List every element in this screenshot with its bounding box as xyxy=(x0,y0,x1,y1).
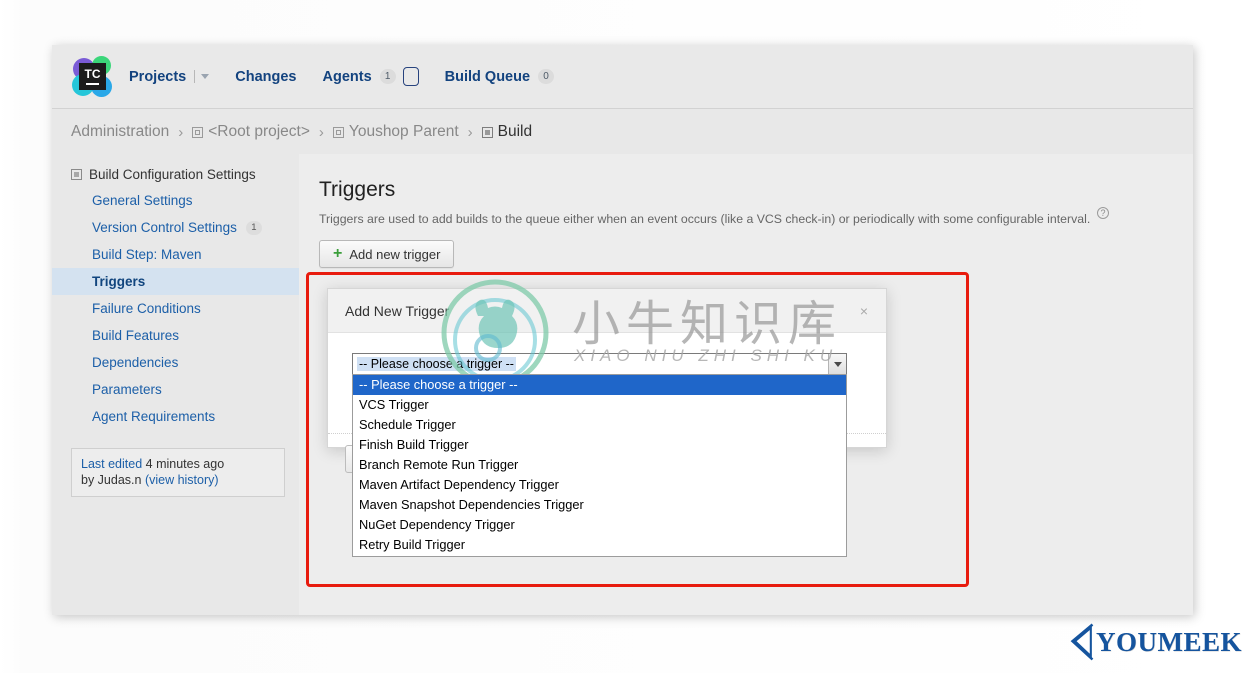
sidebar-item-label: Version Control Settings xyxy=(92,220,237,235)
project-icon xyxy=(192,126,204,138)
breadcrumb-item-root-project[interactable]: <Root project> xyxy=(192,123,310,141)
last-edited-label[interactable]: Last edited xyxy=(81,457,142,471)
sidebar-item-general-settings[interactable]: General Settings xyxy=(52,187,299,214)
sidebar-item-label: Failure Conditions xyxy=(92,301,201,316)
breadcrumb-build-label: Build xyxy=(497,123,533,140)
dropdown-option-retry-build-trigger[interactable]: Retry Build Trigger xyxy=(353,535,846,555)
sidebar-item-build-step-maven[interactable]: Build Step: Maven xyxy=(52,241,299,268)
dropdown-option-schedule-trigger[interactable]: Schedule Trigger xyxy=(353,415,846,435)
nav-item-agents-label: Agents xyxy=(322,68,372,85)
sidebar-item-dependencies[interactable]: Dependencies xyxy=(52,349,299,376)
nav-item-build-queue-label: Build Queue xyxy=(444,68,531,85)
sidebar-item-build-features[interactable]: Build Features xyxy=(52,322,299,349)
help-icon[interactable]: ? xyxy=(1097,207,1109,219)
logo-underbar xyxy=(86,83,99,85)
nav-item-changes[interactable]: Changes xyxy=(235,69,296,85)
breadcrumb-root-project-label: <Root project> xyxy=(208,123,310,140)
page-description: Triggers are used to add builds to the q… xyxy=(319,207,1139,227)
sidebar-item-badge: 1 xyxy=(245,220,262,235)
add-new-trigger-button[interactable]: + Add new trigger xyxy=(319,240,455,268)
sidebar-item-label: Triggers xyxy=(92,274,146,289)
chevron-down-icon[interactable] xyxy=(201,74,210,79)
logo-square: TC xyxy=(79,62,106,90)
sidebar-heading-label: Build Configuration Settings xyxy=(89,167,256,182)
trigger-type-dropdown-list[interactable]: -- Please choose a trigger -- VCS Trigge… xyxy=(352,374,847,557)
breadcrumb-administration-label: Administration xyxy=(71,123,170,140)
youmeek-logo-text: YOUMEEK xyxy=(1095,626,1242,657)
screenshot-root: TC Projects Changes Agents 1 Build Queue… xyxy=(0,0,1246,673)
sidebar-item-label: Agent Requirements xyxy=(92,409,216,424)
breadcrumb-separator-2: › xyxy=(318,123,324,141)
sidebar-item-label: Build Features xyxy=(92,328,180,343)
top-navigation-bar: TC Projects Changes Agents 1 Build Queue… xyxy=(52,45,1193,109)
nav-item-build-queue[interactable]: Build Queue 0 xyxy=(444,68,555,85)
dropdown-option-nuget-dependency-trigger[interactable]: NuGet Dependency Trigger xyxy=(353,515,846,535)
close-icon[interactable]: × xyxy=(854,302,874,320)
last-edited-box: Last edited 4 minutes ago by Judas.n (vi… xyxy=(71,448,285,497)
nav-item-agents[interactable]: Agents 1 xyxy=(322,67,419,86)
dropdown-option-maven-artifact-dependency-trigger[interactable]: Maven Artifact Dependency Trigger xyxy=(353,475,846,495)
nav-item-changes-label: Changes xyxy=(235,68,297,85)
breadcrumb: Administration › <Root project> › Yousho… xyxy=(52,110,1193,154)
sidebar-item-label: Build Step: Maven xyxy=(92,247,202,262)
last-edited-line-2: by Judas.n (view history) xyxy=(81,472,275,488)
sidebar-item-label: Dependencies xyxy=(92,355,179,370)
youmeek-arrow-icon xyxy=(1070,623,1094,661)
select-dropdown-arrow-icon[interactable] xyxy=(828,354,846,374)
breadcrumb-youshop-parent-label: Youshop Parent xyxy=(348,123,459,140)
breadcrumb-item-administration[interactable]: Administration xyxy=(71,123,169,141)
build-queue-count-badge: 0 xyxy=(538,69,555,84)
add-new-trigger-label: Add new trigger xyxy=(349,246,441,262)
dropdown-option-finish-build-trigger[interactable]: Finish Build Trigger xyxy=(353,435,846,455)
sidebar-item-label: Parameters xyxy=(92,382,162,397)
sidebar-item-parameters[interactable]: Parameters xyxy=(52,376,299,403)
teamcity-logo-icon[interactable]: TC xyxy=(71,55,113,98)
sidebar-item-failure-conditions[interactable]: Failure Conditions xyxy=(52,295,299,322)
dropdown-option-branch-remote-run-trigger[interactable]: Branch Remote Run Trigger xyxy=(353,455,846,475)
page-title: Triggers xyxy=(319,178,396,201)
select-selected-value: -- Please choose a trigger -- xyxy=(357,357,516,371)
select-face[interactable]: -- Please choose a trigger -- xyxy=(353,354,828,374)
sidebar: Build Configuration Settings General Set… xyxy=(52,154,299,615)
sidebar-item-label: General Settings xyxy=(92,193,193,208)
trigger-type-select[interactable]: -- Please choose a trigger -- xyxy=(352,353,847,375)
nav-item-projects-label: Projects xyxy=(129,68,187,85)
view-history-link[interactable]: (view history) xyxy=(145,473,219,487)
dropdown-option-vcs-trigger[interactable]: VCS Trigger xyxy=(353,395,846,415)
agents-idle-badge xyxy=(402,67,419,86)
last-edited-line-1: Last edited 4 minutes ago xyxy=(81,456,275,472)
dialog-title: Add New Trigger xyxy=(345,302,450,319)
dropdown-option-placeholder[interactable]: -- Please choose a trigger -- xyxy=(353,375,846,395)
nav-item-projects[interactable]: Projects xyxy=(129,68,210,85)
dialog-header: Add New Trigger × xyxy=(328,289,886,333)
plus-icon: + xyxy=(333,245,343,262)
nav-separator xyxy=(194,70,196,83)
dropdown-option-maven-snapshot-dependencies-trigger[interactable]: Maven Snapshot Dependencies Trigger xyxy=(353,495,846,515)
build-icon xyxy=(481,126,493,138)
project-icon xyxy=(332,126,344,138)
last-edited-author: by Judas.n xyxy=(81,473,145,487)
page-description-text: Triggers are used to add builds to the q… xyxy=(319,212,1091,226)
chevron-down-icon xyxy=(833,361,842,367)
build-config-icon xyxy=(71,169,82,180)
logo-text: TC xyxy=(84,67,101,81)
breadcrumb-separator-3: › xyxy=(467,123,473,141)
sidebar-item-agent-requirements[interactable]: Agent Requirements xyxy=(52,403,299,430)
breadcrumb-item-youshop-parent[interactable]: Youshop Parent xyxy=(332,123,459,141)
sidebar-item-version-control-settings[interactable]: Version Control Settings 1 xyxy=(52,214,299,241)
youmeek-logo: YOUMEEK xyxy=(1070,617,1242,667)
breadcrumb-separator-1: › xyxy=(178,123,184,141)
breadcrumb-item-build: Build xyxy=(481,123,533,141)
sidebar-item-triggers[interactable]: Triggers xyxy=(52,268,299,295)
dialog-body xyxy=(328,333,886,473)
agents-count-badge: 1 xyxy=(379,69,396,84)
sidebar-heading: Build Configuration Settings xyxy=(52,162,299,187)
last-edited-time: 4 minutes ago xyxy=(142,457,225,471)
